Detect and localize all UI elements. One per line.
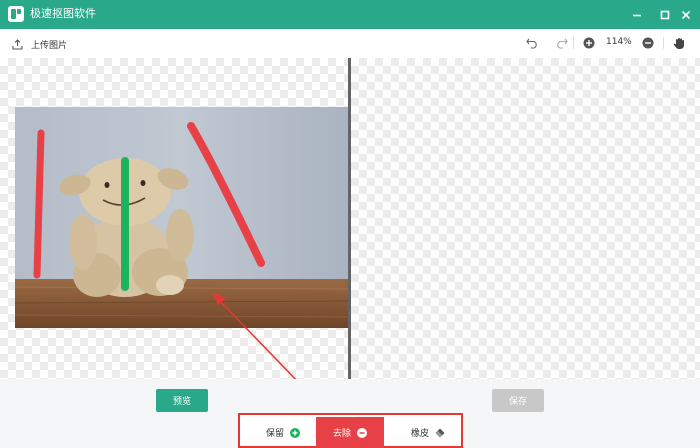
zoom-out-icon[interactable] [641, 36, 655, 50]
undo-icon[interactable] [525, 36, 539, 50]
remove-mode-label: 去除 [332, 429, 351, 439]
eraser-icon [435, 428, 445, 438]
hand-icon[interactable] [672, 36, 686, 50]
minimize-icon[interactable] [627, 5, 647, 24]
zoom-in-icon[interactable] [582, 36, 596, 50]
toolbar-separator [663, 37, 664, 49]
eraser-mode-button[interactable]: 橡皮 [400, 417, 456, 448]
source-photo[interactable] [15, 107, 348, 328]
upload-icon [12, 35, 23, 54]
zoom-level: 114% [606, 37, 632, 47]
remove-mode-button[interactable]: 去除 [316, 417, 384, 448]
result-canvas [351, 58, 700, 379]
keep-mode-button[interactable]: 保留 [258, 417, 308, 448]
plus-circle-icon [290, 427, 300, 438]
title-bar: 极速抠图软件 [0, 0, 700, 29]
close-icon[interactable] [676, 5, 696, 24]
maximize-icon[interactable] [655, 5, 675, 24]
keep-mode-label: 保留 [265, 429, 284, 439]
save-button[interactable]: 保存 [492, 389, 544, 412]
app-title: 极速抠图软件 [30, 7, 96, 20]
remove-stroke [33, 129, 45, 279]
app-logo-icon [8, 6, 24, 22]
redo-icon[interactable] [554, 36, 568, 50]
eraser-mode-label: 橡皮 [410, 429, 429, 439]
preview-button[interactable]: 预览 [156, 389, 208, 412]
toolbar-separator [573, 37, 574, 49]
minus-circle-icon [357, 427, 367, 438]
toolbar: 上传图片 114% [0, 29, 700, 58]
upload-button[interactable]: 上传图片 [12, 36, 67, 52]
upload-label: 上传图片 [31, 40, 68, 51]
